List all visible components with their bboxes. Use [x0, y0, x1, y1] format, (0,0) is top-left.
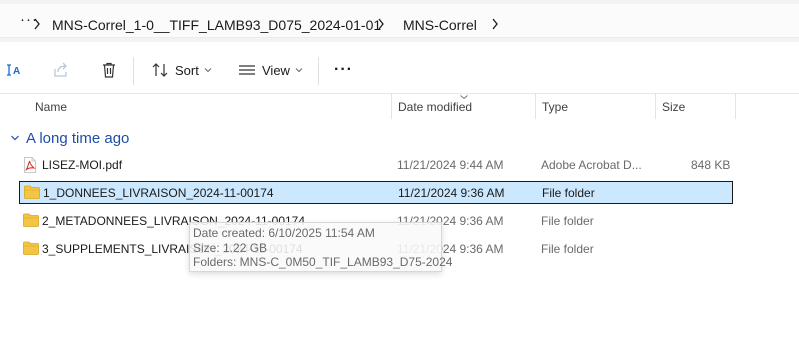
file-size: 848 KB [691, 158, 731, 172]
tooltip-size: Size: 1.22 GB [193, 240, 268, 255]
toolbar-divider [318, 57, 319, 85]
address-bar-field[interactable]: ··· MNS-Correl_1-0__TIFF_LAMB93_D075_202… [0, 4, 799, 38]
file-type: Adobe Acrobat D... [541, 158, 642, 172]
sort-button[interactable]: Sort [151, 60, 212, 80]
file-type: File folder [542, 186, 595, 200]
column-resize-handle[interactable] [655, 94, 656, 119]
tooltip-date-created: Date created: 6/10/2025 11:54 AM [193, 226, 375, 240]
file-name: 1_DONNEES_LIVRAISON_2024-11-00174 [43, 186, 274, 200]
chevron-down-icon [295, 68, 303, 73]
column-header-date-modified[interactable]: Date modified [398, 100, 472, 114]
chevron-right-icon [34, 18, 40, 30]
folder-info-tooltip: Date created: 6/10/2025 11:54 AM Size: 1… [189, 222, 453, 272]
svg-text:A: A [13, 66, 20, 77]
folder-icon [24, 185, 40, 199]
sort-icon [152, 63, 168, 77]
breadcrumb-item-current[interactable]: MNS-Correl [403, 16, 477, 34]
chevron-right-icon[interactable] [376, 16, 386, 32]
pdf-file-icon [24, 157, 36, 173]
file-date-modified: 11/21/2024 9:44 AM [397, 158, 504, 172]
view-label: View [262, 62, 290, 78]
sort-label: Sort [175, 62, 199, 78]
chevron-down-icon [204, 68, 212, 73]
folder-icon [23, 241, 39, 255]
toolbar-divider [133, 57, 134, 85]
column-header-name[interactable]: Name [35, 100, 67, 114]
see-more-button[interactable]: ··· [334, 60, 353, 80]
share-button[interactable] [52, 60, 70, 80]
file-name: LISEZ-MOI.pdf [42, 158, 123, 172]
file-row-selected[interactable]: 1_DONNEES_LIVRAISON_2024-11-00174 11/21/… [19, 181, 733, 204]
group-header-label: A long time ago [26, 129, 130, 147]
command-bar: A Sort View ··· [0, 42, 799, 94]
folder-icon [23, 213, 39, 227]
column-headers: Name Date modified Type Size [0, 94, 799, 120]
view-list-icon [239, 65, 255, 75]
breadcrumb-item[interactable]: MNS-Correl_1-0__TIFF_LAMB93_D075_2024-01… [52, 16, 381, 34]
column-resize-handle[interactable] [535, 94, 536, 119]
chevron-right-icon[interactable] [490, 16, 500, 32]
view-button[interactable]: View [238, 60, 303, 80]
file-type: File folder [541, 214, 594, 228]
rename-button[interactable]: A [5, 60, 23, 80]
rename-icon: A [7, 64, 20, 77]
share-icon [54, 62, 67, 77]
group-header[interactable]: A long time ago [10, 128, 129, 148]
tooltip-folders: Folders: MNS-C_0M50_TIF_LAMB93_D75-2024 [193, 255, 453, 269]
file-type: File folder [541, 242, 594, 256]
delete-button[interactable] [100, 60, 118, 80]
collapse-chevron-icon[interactable] [10, 134, 20, 142]
column-header-type[interactable]: Type [542, 100, 568, 114]
column-resize-handle[interactable] [391, 94, 392, 119]
column-resize-handle[interactable] [735, 94, 736, 119]
file-date-modified: 11/21/2024 9:36 AM [398, 186, 505, 200]
trash-icon [103, 62, 115, 78]
file-row[interactable]: LISEZ-MOI.pdf 11/21/2024 9:44 AM Adobe A… [19, 154, 733, 177]
column-header-size[interactable]: Size [662, 100, 685, 114]
address-bar: ··· MNS-Correl_1-0__TIFF_LAMB93_D075_202… [0, 0, 799, 42]
